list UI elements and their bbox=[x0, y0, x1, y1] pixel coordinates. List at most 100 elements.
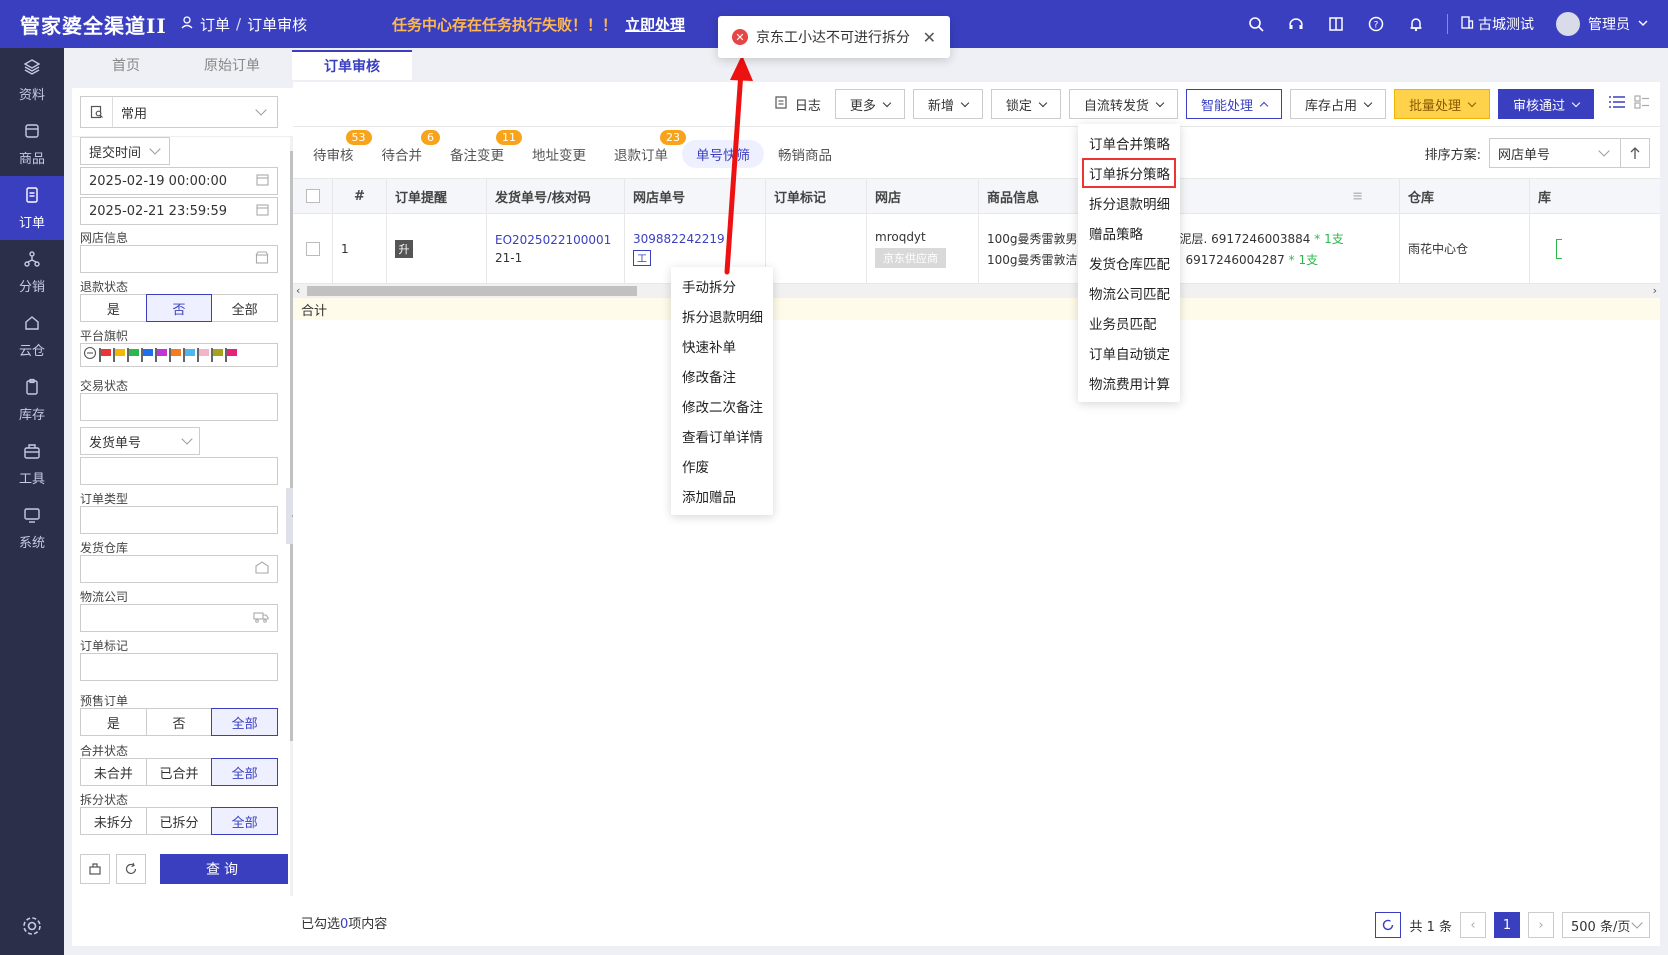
bell-icon[interactable] bbox=[1407, 15, 1425, 33]
search-icon[interactable] bbox=[1247, 15, 1265, 33]
menu-item-salesperson-match[interactable]: 业务员匹配 bbox=[1078, 308, 1180, 338]
presale-option-yes[interactable]: 是 bbox=[80, 708, 147, 736]
next-page-button[interactable]: › bbox=[1528, 912, 1554, 938]
pink-flag-icon[interactable] bbox=[196, 347, 209, 363]
no-flag-icon[interactable] bbox=[83, 346, 97, 364]
refund-option-all[interactable]: 全部 bbox=[211, 294, 279, 322]
menu-item-void[interactable]: 作废 bbox=[671, 451, 773, 481]
tab-remark-change[interactable]: 备注变更 11 bbox=[436, 130, 522, 168]
lock-button[interactable]: 锁定 bbox=[990, 89, 1061, 119]
help-icon[interactable]: ? bbox=[1367, 15, 1385, 33]
menu-item-quick-reissue[interactable]: 快速补单 bbox=[671, 331, 773, 361]
shop-input[interactable] bbox=[80, 245, 278, 273]
nav-item-inventory[interactable]: 库存 bbox=[0, 368, 64, 432]
approve-button[interactable]: 审核通过 bbox=[1497, 89, 1594, 119]
menu-item-add-gift[interactable]: 添加赠品 bbox=[671, 481, 773, 511]
end-time-input[interactable]: 2025-02-21 23:59:59 bbox=[80, 197, 278, 225]
tab-pending-merge[interactable]: 待合并 6 bbox=[368, 130, 440, 168]
page-size-select[interactable]: 500 条/页 bbox=[1562, 912, 1650, 938]
menu-item-edit-remark[interactable]: 修改备注 bbox=[671, 361, 773, 391]
query-button[interactable]: 查询 bbox=[160, 854, 288, 884]
order-type-input[interactable] bbox=[80, 506, 278, 534]
menu-item-logistics-match[interactable]: 物流公司匹配 bbox=[1078, 278, 1180, 308]
blue-flag-icon[interactable] bbox=[140, 347, 153, 363]
number-input[interactable] bbox=[80, 457, 278, 485]
table-row[interactable]: 1 升 EO2025022100001 21-1 309882242219 工 … bbox=[293, 214, 1660, 284]
merge-option-all[interactable]: 全部 bbox=[211, 758, 279, 786]
close-icon[interactable]: ✕ bbox=[923, 28, 936, 47]
stock-occupy-button[interactable]: 库存占用 bbox=[1289, 89, 1386, 119]
number-type-select[interactable]: 发货单号 bbox=[80, 427, 200, 455]
split-option-all[interactable]: 全部 bbox=[211, 807, 279, 835]
magenta-flag-icon[interactable] bbox=[224, 347, 237, 363]
prev-page-button[interactable]: ‹ bbox=[1460, 912, 1486, 938]
tab-refund-orders[interactable]: 退款订单 23 bbox=[600, 130, 686, 168]
col-ship-no[interactable]: 发货单号/核对码 bbox=[487, 179, 625, 213]
menu-item-edit-second-remark[interactable]: 修改二次备注 bbox=[671, 391, 773, 421]
book-icon[interactable] bbox=[1327, 15, 1345, 33]
nav-item-cloud-warehouse[interactable]: 云仓 bbox=[0, 304, 64, 368]
breadcrumb-section[interactable]: 订单 bbox=[200, 14, 230, 35]
menu-item-freight-calc[interactable]: 物流费用计算 bbox=[1078, 368, 1180, 398]
tab-address-change[interactable]: 地址变更 bbox=[518, 140, 600, 168]
auto-ship-button[interactable]: 自流转发货 bbox=[1068, 89, 1178, 119]
add-button[interactable]: 新增 bbox=[912, 89, 983, 119]
nav-item-data[interactable]: 资料 bbox=[0, 48, 64, 112]
merge-option-unmerged[interactable]: 未合并 bbox=[80, 758, 147, 786]
time-type-select[interactable]: 提交时间 bbox=[80, 137, 170, 165]
grid-view-icon[interactable] bbox=[1634, 95, 1650, 113]
col-goods[interactable]: 商品信息 ≡ bbox=[979, 179, 1400, 213]
menu-item-view-order-detail[interactable]: 查看订单详情 bbox=[671, 421, 773, 451]
filter-scheme-select[interactable]: 常用 bbox=[80, 96, 278, 128]
logistics-input[interactable] bbox=[80, 604, 278, 632]
nav-item-system[interactable]: 系统 bbox=[0, 496, 64, 560]
tab-pending-review[interactable]: 待审核 53 bbox=[299, 130, 372, 168]
menu-item-split-strategy[interactable]: 订单拆分策略 bbox=[1082, 158, 1176, 188]
settings-gear-icon[interactable] bbox=[21, 915, 43, 941]
col-shop[interactable]: 网店 bbox=[867, 179, 979, 213]
nav-item-goods[interactable]: 商品 bbox=[0, 112, 64, 176]
reset-button[interactable] bbox=[116, 854, 146, 884]
menu-item-auto-lock[interactable]: 订单自动锁定 bbox=[1078, 338, 1180, 368]
sort-select[interactable]: 网店单号 bbox=[1489, 138, 1621, 168]
page-1-button[interactable]: 1 bbox=[1494, 912, 1520, 938]
tab-home[interactable]: 首页 bbox=[80, 50, 172, 80]
olive-flag-icon[interactable] bbox=[210, 347, 223, 363]
split-option-unsplit[interactable]: 未拆分 bbox=[80, 807, 147, 835]
red-flag-icon[interactable] bbox=[98, 347, 111, 363]
user-menu[interactable]: 管理员 bbox=[1556, 12, 1648, 36]
col-warehouse[interactable]: 仓库 bbox=[1400, 179, 1530, 213]
col-stock[interactable]: 库 bbox=[1530, 179, 1660, 213]
more-button[interactable]: 更多 bbox=[834, 89, 905, 119]
presale-option-all[interactable]: 全部 bbox=[211, 708, 279, 736]
menu-item-manual-split[interactable]: 手动拆分 bbox=[671, 271, 773, 301]
nav-item-distribution[interactable]: 分销 bbox=[0, 240, 64, 304]
drag-handle-icon[interactable]: ≡ bbox=[1352, 189, 1363, 204]
row-checkbox[interactable] bbox=[305, 241, 320, 256]
table-hscrollbar-thumb[interactable] bbox=[307, 286, 637, 296]
table-hscrollbar[interactable]: ‹ › bbox=[293, 284, 1660, 298]
nav-item-orders[interactable]: 订单 bbox=[0, 176, 64, 240]
menu-item-merge-strategy[interactable]: 订单合并策略 bbox=[1078, 128, 1180, 158]
headset-icon[interactable] bbox=[1287, 15, 1305, 33]
yellow-flag-icon[interactable] bbox=[112, 347, 125, 363]
list-view-icon[interactable] bbox=[1608, 95, 1626, 113]
col-shop-order[interactable]: 网店单号 bbox=[625, 179, 766, 213]
tab-bestsellers[interactable]: 畅销商品 bbox=[764, 140, 846, 168]
scroll-left-icon[interactable]: ‹ bbox=[296, 284, 300, 297]
menu-item-gift-strategy[interactable]: 赠品策略 bbox=[1078, 218, 1180, 248]
purple-flag-icon[interactable] bbox=[154, 347, 167, 363]
shop-order-link[interactable]: 309882242219 bbox=[633, 232, 725, 246]
start-time-input[interactable]: 2025-02-19 00:00:00 bbox=[80, 167, 278, 195]
menu-item-warehouse-match[interactable]: 发货仓库匹配 bbox=[1078, 248, 1180, 278]
sort-direction-button[interactable] bbox=[1620, 138, 1650, 168]
cyan-flag-icon[interactable] bbox=[182, 347, 195, 363]
tab-original-orders[interactable]: 原始订单 bbox=[172, 50, 292, 80]
tab-quick-filter[interactable]: 单号快筛 bbox=[682, 140, 764, 168]
refund-option-no[interactable]: 否 bbox=[145, 294, 213, 322]
warehouse-input[interactable] bbox=[80, 555, 278, 583]
task-alert-action-link[interactable]: 立即处理 bbox=[625, 14, 685, 35]
trade-status-input[interactable] bbox=[80, 393, 278, 421]
col-order-mark[interactable]: 订单标记 bbox=[766, 179, 867, 213]
nav-item-tools[interactable]: 工具 bbox=[0, 432, 64, 496]
